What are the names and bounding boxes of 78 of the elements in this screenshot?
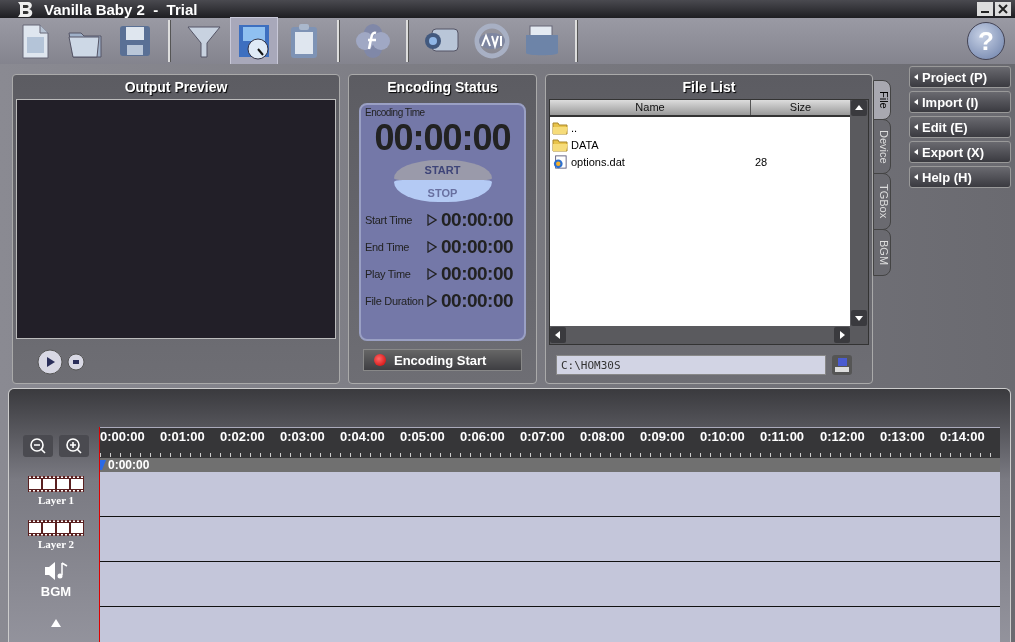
menu-button[interactable]: Edit (E) — [909, 116, 1011, 138]
drive-icon[interactable] — [832, 355, 852, 375]
ruler-label: 0:01:00 — [160, 428, 206, 446]
scroll-down-icon[interactable] — [851, 310, 867, 326]
ruler-label: 0:05:00 — [400, 428, 446, 446]
ruler-label: 0:08:00 — [580, 428, 626, 446]
zoom-in-icon[interactable] — [59, 435, 89, 457]
convert-icon[interactable] — [472, 21, 512, 61]
menu-button[interactable]: Import (I) — [909, 91, 1011, 113]
vertical-scrollbar[interactable] — [850, 100, 868, 344]
track-label: Layer 2 — [37, 538, 75, 550]
column-header[interactable]: Size — [751, 100, 850, 115]
track-label: Layer 1 — [37, 494, 75, 506]
side-tab[interactable]: File — [873, 80, 891, 120]
ruler-label: 0:03:00 — [280, 428, 326, 446]
file-name[interactable]: options.dat — [571, 155, 755, 168]
file-name[interactable]: .. — [571, 121, 755, 134]
side-tab[interactable]: BGM — [873, 228, 891, 276]
menu-button[interactable]: Export (X) — [909, 141, 1011, 163]
time-label: End Time — [365, 240, 411, 253]
close-icon[interactable] — [995, 2, 1011, 16]
file-name[interactable]: DATA — [571, 138, 755, 151]
effects-icon[interactable] — [353, 21, 393, 61]
path-field[interactable]: C:\HOM30S — [556, 355, 826, 375]
ruler-label: 0:02:00 — [220, 428, 266, 446]
playhead-time: 0:00:00 — [108, 458, 150, 472]
ruler-label: 0:10:00 — [700, 428, 746, 446]
time-label: File Duration — [365, 294, 425, 307]
menu-button[interactable]: Project (P) — [909, 66, 1011, 88]
encoding-time: 00:00:00 — [374, 118, 512, 158]
scroll-up-icon[interactable] — [851, 100, 867, 116]
film-strip-icon — [28, 476, 84, 492]
ruler-label: 0:13:00 — [880, 428, 926, 446]
folder-icon — [552, 120, 568, 135]
file-size: 28 — [755, 155, 768, 168]
horizontal-scrollbar[interactable] — [550, 326, 850, 344]
window-title: Vanilla Baby 2 - Trial — [44, 0, 198, 18]
column-header[interactable]: Name — [550, 100, 751, 115]
scroll-right-icon[interactable] — [834, 327, 850, 343]
ruler-label: 0:09:00 — [640, 428, 686, 446]
zoom-out-icon[interactable] — [23, 435, 53, 457]
folder-icon — [552, 137, 568, 152]
ruler-label: 0:12:00 — [820, 428, 866, 446]
time-value: 00:00:00 — [441, 289, 514, 312]
arrow-icon — [427, 267, 437, 280]
track-lane[interactable] — [100, 517, 1000, 562]
time-label: Encoding Time — [365, 107, 425, 118]
menu-button[interactable]: Help (H) — [909, 166, 1011, 188]
scroll-left-icon[interactable] — [550, 327, 566, 343]
ruler-label: 0:00:00 — [100, 428, 146, 446]
minimize-icon[interactable] — [977, 2, 993, 16]
stop-icon[interactable] — [67, 353, 85, 371]
time-label: Play Time — [365, 267, 412, 280]
ruler-label: 0:14:00 — [940, 428, 986, 446]
ruler-label: 0:11:00 — [760, 428, 806, 446]
ruler-label: 0:07:00 — [520, 428, 566, 446]
track-label: BGM — [40, 583, 72, 599]
encoding-start-button[interactable]: Encoding Start — [363, 349, 522, 371]
ruler-label: 0:06:00 — [460, 428, 506, 446]
time-value: 00:00:00 — [441, 208, 514, 231]
time-value: 00:00:00 — [441, 235, 514, 258]
film-strip-icon — [28, 520, 84, 536]
speaker-note-icon — [43, 559, 69, 582]
track-lane[interactable] — [100, 607, 1000, 642]
panel-title: Output Preview — [123, 78, 229, 97]
time-label: Start Time — [365, 213, 414, 226]
time-value: 00:00:00 — [441, 262, 514, 285]
play-icon[interactable] — [37, 349, 63, 375]
side-tab[interactable]: Device — [873, 118, 891, 175]
panel-title: File List — [681, 78, 737, 97]
track-lane[interactable] — [100, 472, 1000, 517]
arrow-icon — [427, 213, 437, 226]
ruler-label: 0:04:00 — [340, 428, 386, 446]
side-tab[interactable]: TGBox — [873, 173, 891, 230]
panel-title: Encoding Status — [386, 78, 499, 97]
arrow-icon — [427, 240, 437, 253]
arrow-icon — [427, 294, 437, 307]
track-lane[interactable] — [100, 562, 1000, 607]
